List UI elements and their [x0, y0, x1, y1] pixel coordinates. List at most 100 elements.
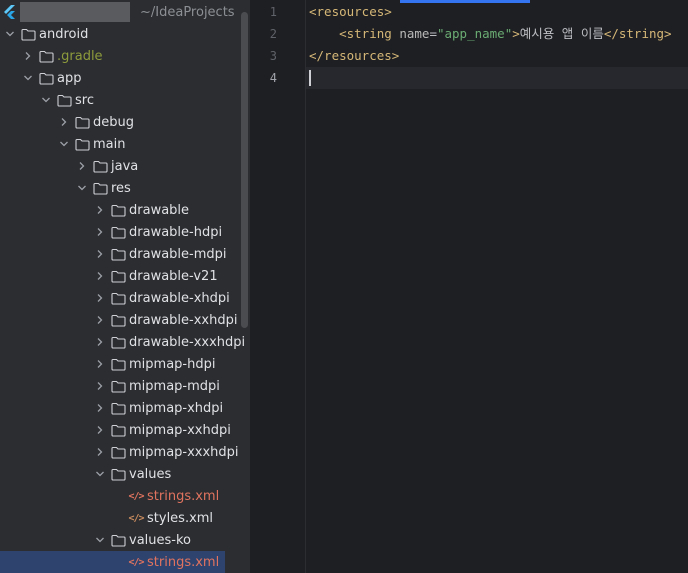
- code-token-tag: >: [512, 26, 520, 41]
- chevron-right-icon[interactable]: [20, 45, 36, 67]
- tree-folder-mipmap-xxhdpi[interactable]: mipmap-xxhdpi: [0, 419, 250, 441]
- folder-icon: [56, 89, 72, 111]
- folder-icon: [20, 23, 36, 45]
- folder-icon: [110, 265, 126, 287]
- chevron-down-icon[interactable]: [2, 23, 18, 45]
- chevron-down-icon[interactable]: [92, 529, 108, 551]
- chevron-down-icon[interactable]: [92, 463, 108, 485]
- xml-file-icon: </>: [128, 556, 144, 568]
- tree-folder-debug[interactable]: debug: [0, 111, 250, 133]
- chevron-right-icon[interactable]: [92, 309, 108, 331]
- tree-item-label: values-ko: [129, 532, 191, 548]
- flutter-icon: [4, 5, 15, 19]
- chevron-right-icon[interactable]: [92, 375, 108, 397]
- tree-folder-mipmap-mdpi[interactable]: mipmap-mdpi: [0, 375, 250, 397]
- tree-file-styles-xml[interactable]: </> styles.xml: [0, 507, 250, 529]
- tree-folder-mipmap-hdpi[interactable]: mipmap-hdpi: [0, 353, 250, 375]
- code-token-tag: </resources>: [309, 48, 400, 63]
- chevron-down-icon[interactable]: [20, 67, 36, 89]
- tree-folder-app[interactable]: app: [0, 67, 250, 89]
- tree-item-label: java: [111, 158, 139, 174]
- folder-icon: [110, 353, 126, 375]
- tree-item-label: app: [57, 70, 82, 86]
- tree-folder-res[interactable]: res: [0, 177, 250, 199]
- tree-file-strings-xml[interactable]: </> strings.xml: [0, 485, 250, 507]
- chevron-right-icon[interactable]: [56, 111, 72, 133]
- line-number: 2: [269, 27, 277, 41]
- chevron-down-icon[interactable]: [38, 89, 54, 111]
- folder-icon: [110, 243, 126, 265]
- folder-icon: [110, 397, 126, 419]
- folder-icon: [74, 111, 90, 133]
- line-number: 3: [269, 49, 277, 63]
- text-caret: [309, 70, 311, 86]
- tree-folder-src[interactable]: src: [0, 89, 250, 111]
- tree-item-label: mipmap-xhdpi: [129, 400, 224, 416]
- project-root-path: ~/IdeaProjects: [140, 4, 235, 20]
- tree-item-label: drawable-hdpi: [129, 224, 223, 240]
- tree-item-label: strings.xml: [147, 488, 220, 504]
- tree-folder-gradle[interactable]: .gradle: [0, 45, 250, 67]
- folder-icon: [110, 199, 126, 221]
- folder-icon: [74, 133, 90, 155]
- folder-icon: [110, 419, 126, 441]
- chevron-down-icon[interactable]: [56, 133, 72, 155]
- tree-folder-drawable-v21[interactable]: drawable-v21: [0, 265, 250, 287]
- code-line: <string name="app_name">예시용 앱 이름</string…: [309, 23, 671, 45]
- chevron-right-icon[interactable]: [92, 221, 108, 243]
- chevron-right-icon[interactable]: [92, 353, 108, 375]
- chevron-right-icon[interactable]: [92, 397, 108, 419]
- chevron-right-icon[interactable]: [92, 287, 108, 309]
- xml-file-icon: </>: [128, 512, 144, 524]
- tree-folder-values[interactable]: values: [0, 463, 250, 485]
- chevron-right-icon[interactable]: [92, 199, 108, 221]
- tree-folder-drawable-mdpi[interactable]: drawable-mdpi: [0, 243, 250, 265]
- folder-icon: [110, 309, 126, 331]
- tree-item-label: drawable-xxxhdpi: [129, 334, 246, 350]
- tree-folder-main[interactable]: main: [0, 133, 250, 155]
- project-root-row[interactable]: ~/IdeaProjects: [0, 0, 250, 24]
- tree-folder-mipmap-xhdpi[interactable]: mipmap-xhdpi: [0, 397, 250, 419]
- code-token-txt: =: [429, 26, 437, 41]
- tree-folder-drawable[interactable]: drawable: [0, 199, 250, 221]
- tree-folder-java[interactable]: java: [0, 155, 250, 177]
- tree-folder-values-ko[interactable]: values-ko: [0, 529, 250, 551]
- tree-item-label: strings.xml: [147, 554, 220, 570]
- tree-item-label: values: [129, 466, 172, 482]
- folder-icon: [110, 331, 126, 353]
- tree-folder-mipmap-xxxhdpi[interactable]: mipmap-xxxhdpi: [0, 441, 250, 463]
- chevron-right-icon[interactable]: [92, 265, 108, 287]
- tree-item-label: mipmap-mdpi: [129, 378, 220, 394]
- tree-item-label: drawable-xhdpi: [129, 290, 230, 306]
- chevron-right-icon[interactable]: [92, 419, 108, 441]
- redacted-project-name: [20, 2, 130, 22]
- tree-file-strings-xml[interactable]: </> strings.xml: [0, 551, 225, 573]
- tree-item-label: drawable-mdpi: [129, 246, 227, 262]
- code-editor[interactable]: 1 2 3 4 <resources> <string name="app_name"…: [250, 0, 688, 573]
- tree-item-label: src: [75, 92, 94, 108]
- folder-icon: [92, 177, 108, 199]
- xml-file-icon: </>: [128, 490, 144, 502]
- tree-folder-drawable-xhdpi[interactable]: drawable-xhdpi: [0, 287, 250, 309]
- tree-item-label: styles.xml: [147, 510, 214, 526]
- chevron-down-icon[interactable]: [74, 177, 90, 199]
- chevron-right-icon[interactable]: [92, 331, 108, 353]
- tree-item-label: mipmap-xxhdpi: [129, 422, 231, 438]
- folder-icon: [92, 155, 108, 177]
- chevron-right-icon[interactable]: [92, 441, 108, 463]
- tree-folder-drawable-xxhdpi[interactable]: drawable-xxhdpi: [0, 309, 250, 331]
- tree-item-label: mipmap-hdpi: [129, 356, 216, 372]
- tree-scrollbar[interactable]: [241, 12, 248, 328]
- tree-item-label: drawable: [129, 202, 190, 218]
- tree-folder-drawable-xxxhdpi[interactable]: drawable-xxxhdpi: [0, 331, 250, 353]
- editor-scrollbar[interactable]: [678, 0, 688, 573]
- tree-folder-android[interactable]: android: [0, 23, 250, 45]
- tree-folder-drawable-hdpi[interactable]: drawable-hdpi: [0, 221, 250, 243]
- code-line: <resources>: [309, 1, 392, 23]
- current-line-highlight: [250, 67, 688, 89]
- project-tool-window: ~/IdeaProjects android .gradle app src debug…: [0, 0, 250, 573]
- folder-icon: [38, 67, 54, 89]
- chevron-right-icon[interactable]: [74, 155, 90, 177]
- line-number-gutter: 1 2 3 4: [250, 0, 306, 573]
- chevron-right-icon[interactable]: [92, 243, 108, 265]
